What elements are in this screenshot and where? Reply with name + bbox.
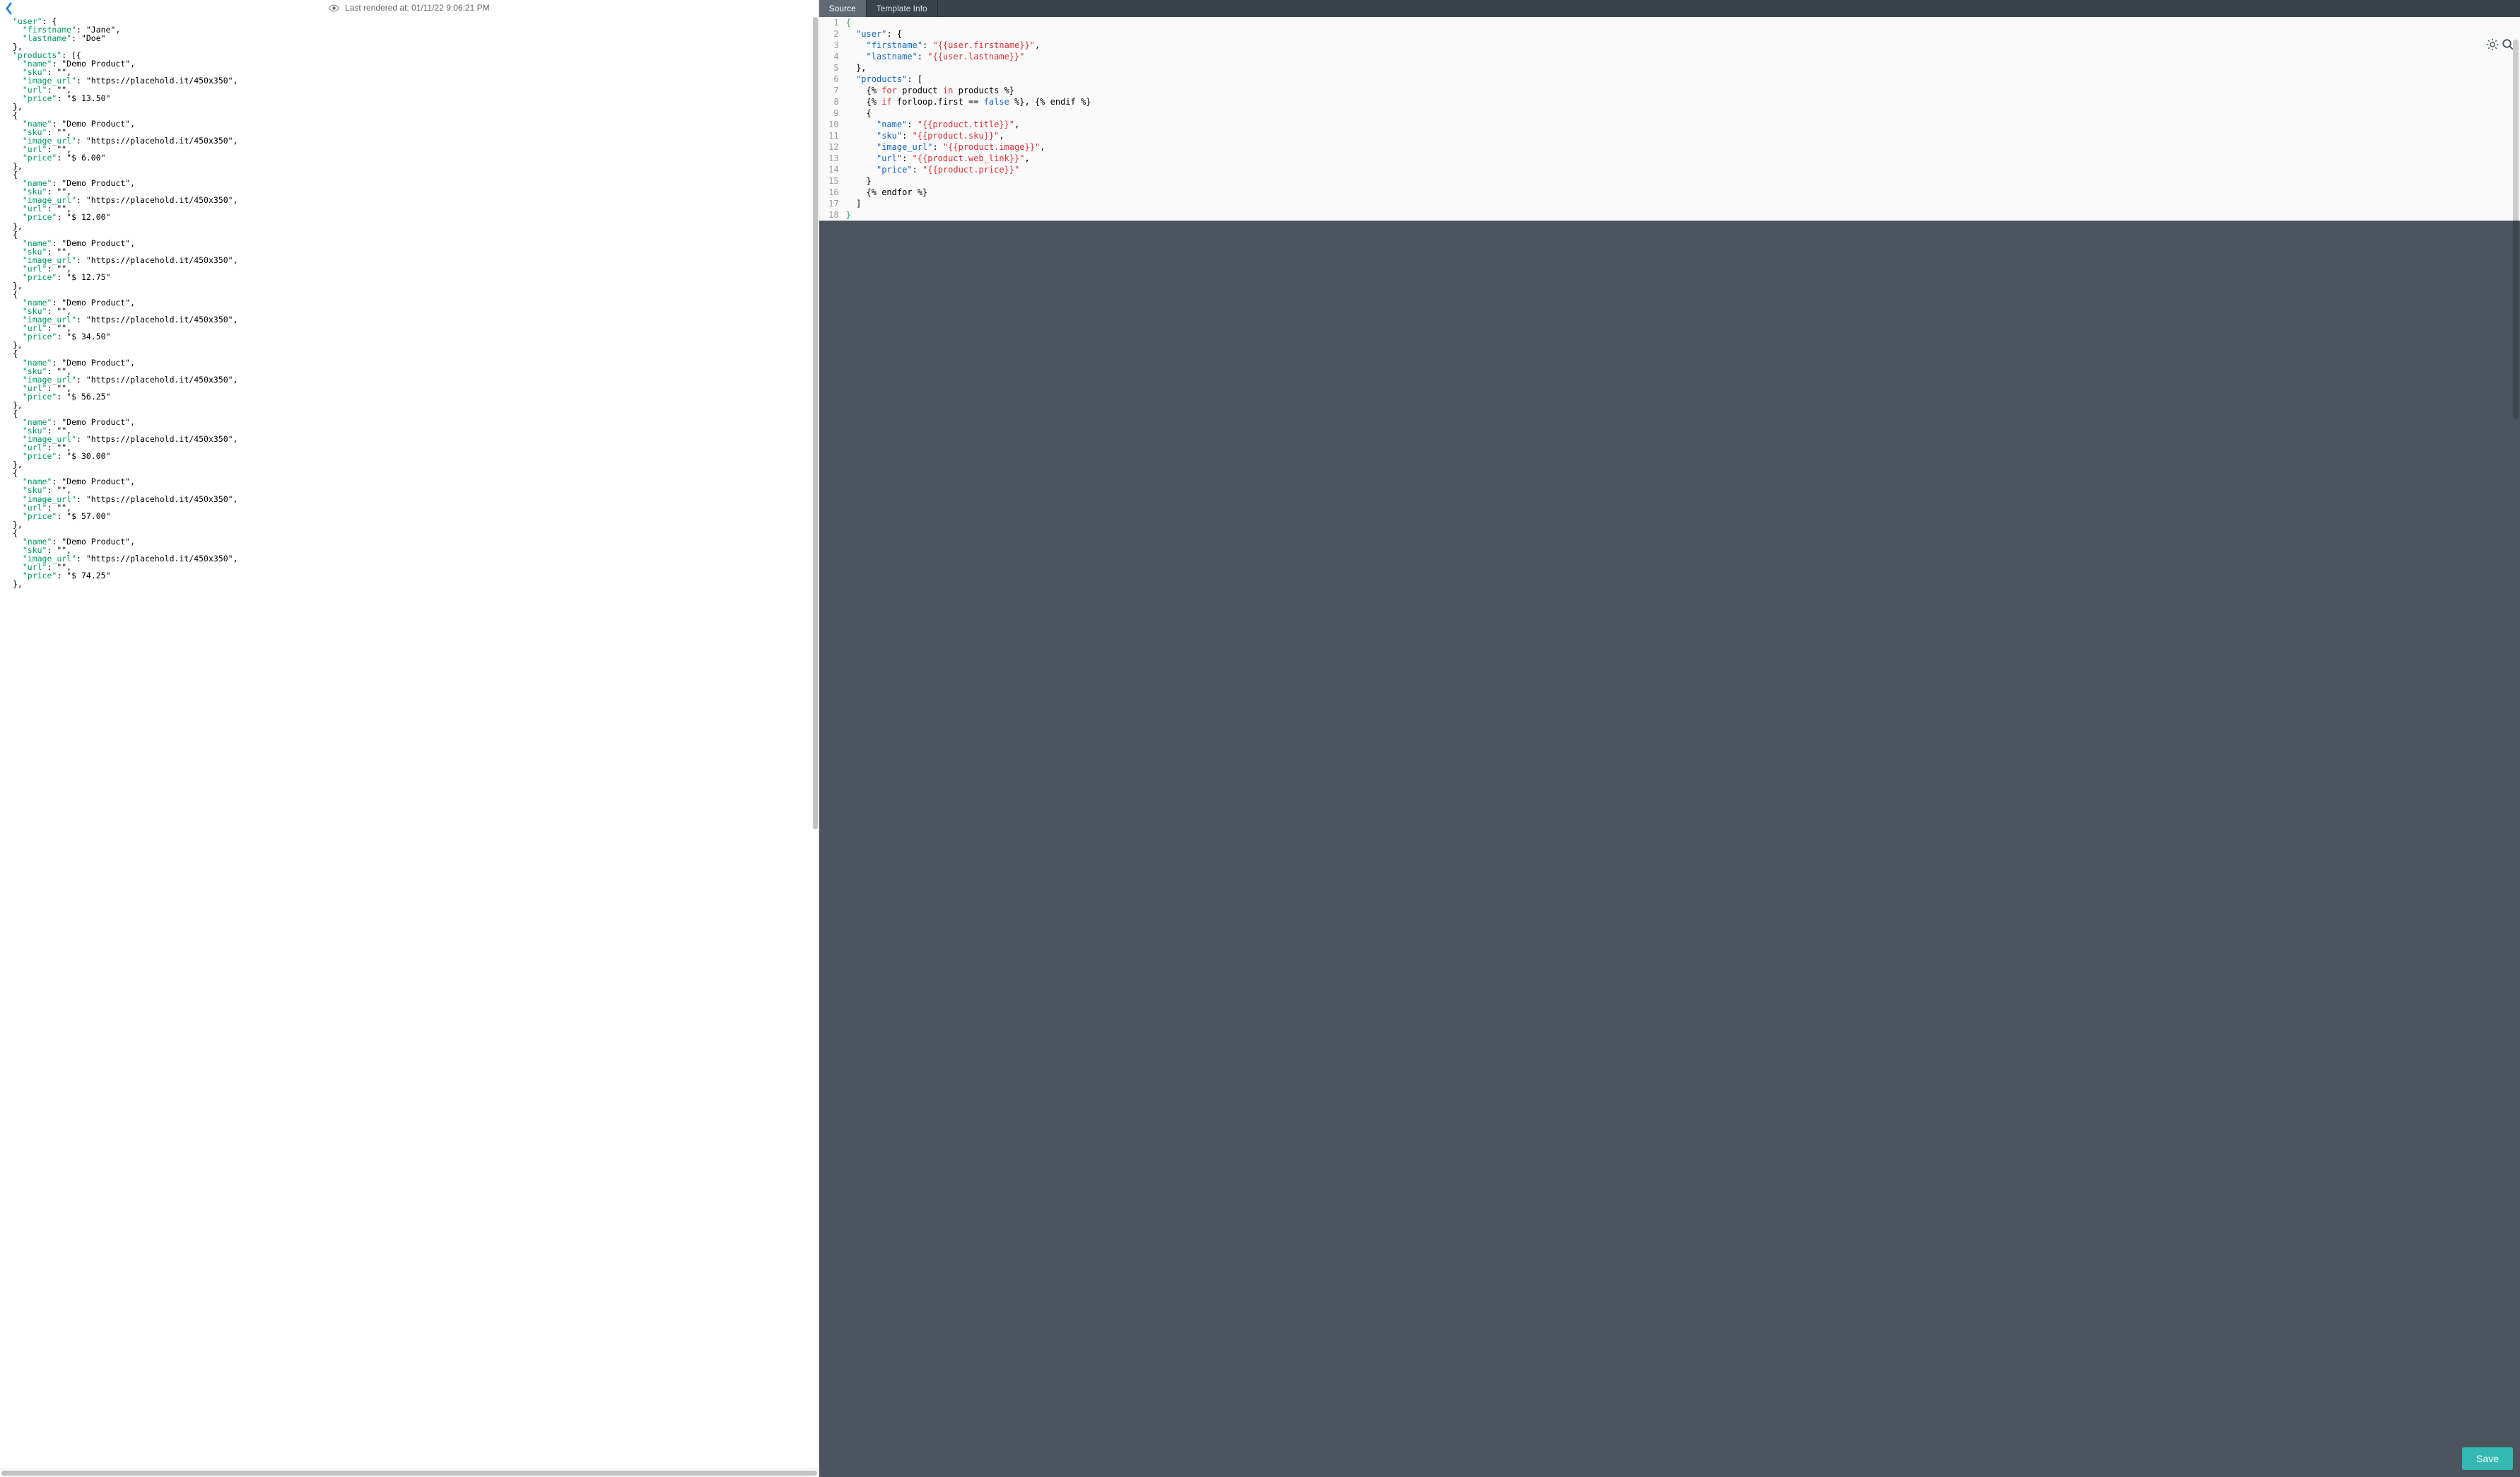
editor-wrap: 1{2 "user": {3 "firstname": "{{user.firs… [819, 17, 2520, 1477]
line-number: 6 [819, 74, 846, 85]
line-number: 14 [819, 164, 846, 175]
line-number: 18 [819, 209, 846, 221]
line-number: 4 [819, 51, 846, 62]
code-line[interactable]: 1{ [819, 17, 2520, 28]
preview-header: Last rendered at: 01/11/22 9:06:21 PM [0, 0, 819, 16]
horizontal-scrollbar[interactable] [0, 1469, 819, 1477]
line-number: 15 [819, 175, 846, 187]
editor-vertical-scrollbar[interactable] [2513, 40, 2519, 419]
line-number: 13 [819, 153, 846, 164]
code-line[interactable]: 9 { [819, 107, 2520, 119]
last-rendered-label: Last rendered at: 01/11/22 9:06:21 PM [345, 3, 490, 13]
line-number: 7 [819, 85, 846, 96]
vertical-scrollbar[interactable] [813, 17, 818, 829]
line-number: 10 [819, 119, 846, 130]
line-number: 5 [819, 62, 846, 74]
code-line[interactable]: 17 ] [819, 198, 2520, 209]
code-line[interactable]: 18} [819, 209, 2520, 221]
code-line[interactable]: 13 "url": "{{product.web_link}}", [819, 153, 2520, 164]
line-number: 2 [819, 28, 846, 40]
code-line[interactable]: 3 "firstname": "{{user.firstname}}", [819, 40, 2520, 51]
editor-pane: Source Template Info 1{2 "user": {3 "fir… [819, 0, 2520, 1477]
back-arrow-icon[interactable] [4, 2, 13, 15]
line-number: 12 [819, 141, 846, 153]
theme-icon[interactable] [2486, 38, 2499, 54]
code-line[interactable]: 10 "name": "{{product.title}}", [819, 119, 2520, 130]
tab-bar: Source Template Info [819, 0, 2520, 17]
code-line[interactable]: 5 }, [819, 62, 2520, 74]
code-line[interactable]: 2 "user": { [819, 28, 2520, 40]
code-line[interactable]: 14 "price": "{{product.price}}" [819, 164, 2520, 175]
line-number: 17 [819, 198, 846, 209]
preview-json[interactable]: "user": { "firstname": "Jane", "lastname… [0, 16, 819, 1469]
code-line[interactable]: 15 } [819, 175, 2520, 187]
preview-pane: Last rendered at: 01/11/22 9:06:21 PM "u… [0, 0, 819, 1477]
code-line[interactable]: 11 "sku": "{{product.sku}}", [819, 130, 2520, 141]
line-number: 9 [819, 107, 846, 119]
code-line[interactable]: 12 "image_url": "{{product.image}}", [819, 141, 2520, 153]
tab-template-info[interactable]: Template Info [867, 0, 938, 17]
code-line[interactable]: 8 {% if forloop.first == false %}, {% en… [819, 96, 2520, 107]
code-line[interactable]: 7 {% for product in products %} [819, 85, 2520, 96]
line-number: 16 [819, 187, 846, 198]
line-number: 8 [819, 96, 846, 107]
line-number: 11 [819, 130, 846, 141]
save-button[interactable]: Save [2462, 1447, 2513, 1470]
code-line[interactable]: 16 {% endfor %} [819, 187, 2520, 198]
code-line[interactable]: 6 "products": [ [819, 74, 2520, 85]
line-number: 3 [819, 40, 846, 51]
code-line[interactable]: 4 "lastname": "{{user.lastname}}" [819, 51, 2520, 62]
eye-icon [329, 4, 339, 12]
line-number: 1 [819, 17, 846, 28]
tab-source[interactable]: Source [819, 0, 867, 17]
code-editor[interactable]: 1{2 "user": {3 "firstname": "{{user.firs… [819, 17, 2520, 221]
